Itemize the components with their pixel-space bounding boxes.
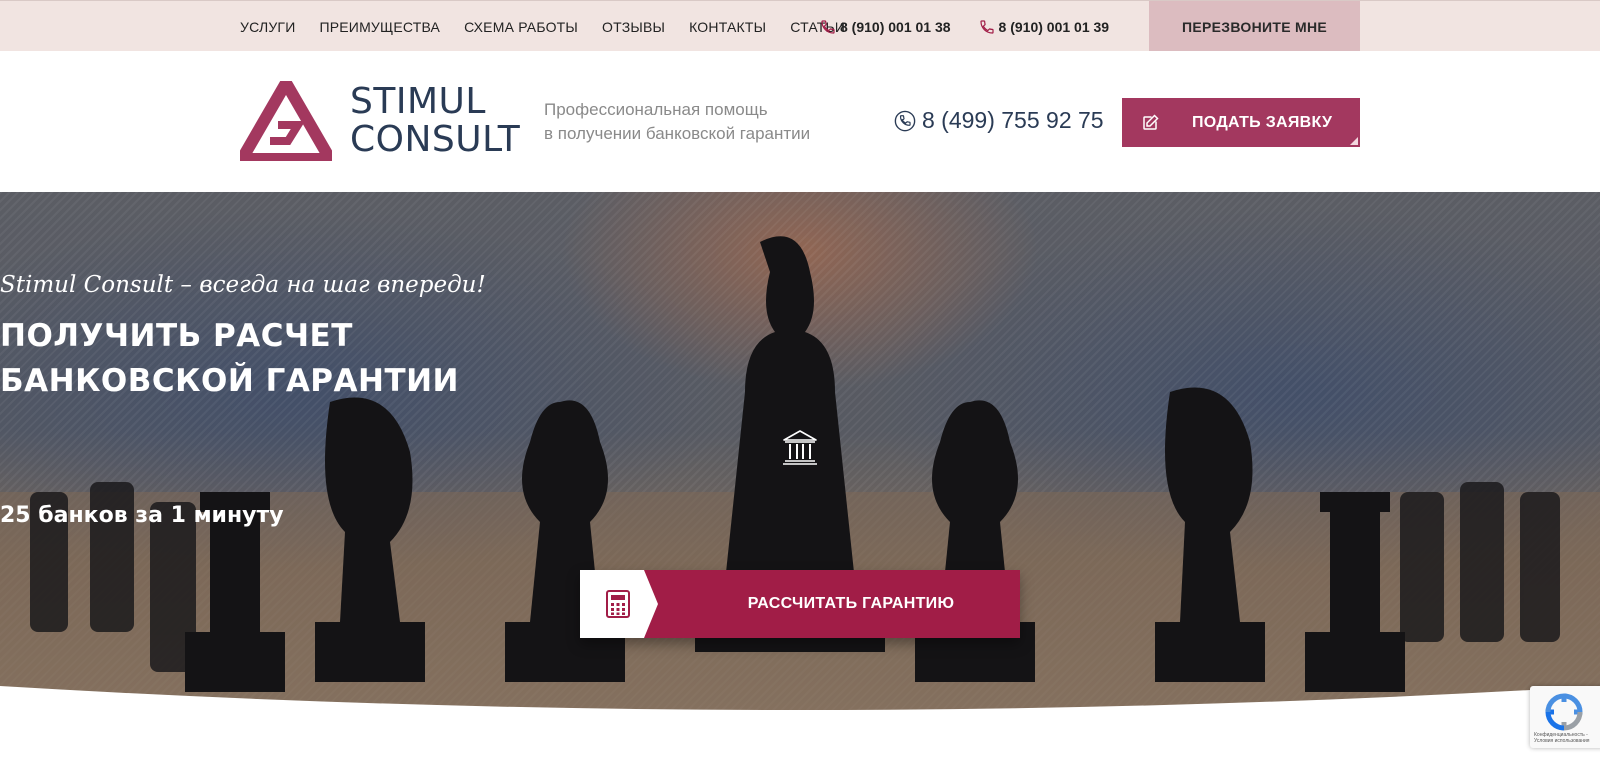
tagline-line-2: в получении банковской гарантии bbox=[544, 124, 811, 143]
top-phone-1-number: 8 (910) 001 01 38 bbox=[840, 18, 951, 35]
phone-icon bbox=[979, 19, 994, 34]
logo-text: STIMUL CONSULT bbox=[350, 84, 520, 158]
tagline: Профессиональная помощь в получении банк… bbox=[544, 98, 810, 146]
recaptcha-badge[interactable]: Конфиденциальность - Условия использован… bbox=[1530, 686, 1600, 748]
phone-icon bbox=[821, 19, 835, 34]
top-nav: УСЛУГИ ПРЕИМУЩЕСТВА СХЕМА РАБОТЫ ОТЗЫВЫ … bbox=[240, 1, 869, 52]
top-bar: УСЛУГИ ПРЕИМУЩЕСТВА СХЕМА РАБОТЫ ОТЗЫВЫ … bbox=[0, 0, 1600, 52]
hero-title-line-1: ПОЛУЧИТЬ РАСЧЕТ bbox=[0, 318, 353, 354]
hero-slogan: Stimul Consult – всегда на шаг впереди! bbox=[0, 272, 486, 298]
nav-link-contacts[interactable]: КОНТАКТЫ bbox=[689, 19, 766, 35]
recaptcha-icon bbox=[1545, 693, 1583, 731]
logo-mark-icon bbox=[240, 81, 332, 161]
apply-icon-wrap bbox=[1122, 98, 1178, 147]
apply-button[interactable]: ПОДАТЬ ЗАЯВКУ bbox=[1122, 98, 1360, 147]
bank-icon bbox=[783, 430, 817, 465]
tagline-line-1: Профессиональная помощь bbox=[544, 100, 768, 119]
logo[interactable]: STIMUL CONSULT bbox=[240, 81, 530, 161]
hero-bottom-curve bbox=[0, 686, 1600, 724]
apply-button-corner bbox=[1350, 137, 1358, 145]
hero-banks-line: 25 банков за 1 минуту bbox=[0, 503, 284, 528]
nav-link-workflow[interactable]: СХЕМА РАБОТЫ bbox=[464, 19, 578, 35]
nav-link-advantages[interactable]: ПРЕИМУЩЕСТВА bbox=[319, 19, 440, 35]
top-phones: 8 (910) 001 01 38 8 (910) 001 01 39 bbox=[820, 1, 1137, 52]
header-phone[interactable]: 8 (499) 755 92 75 bbox=[894, 107, 1104, 134]
hero-title-line-2: БАНКОВСКОЙ ГАРАНТИИ bbox=[0, 363, 459, 399]
calc-arrow bbox=[644, 570, 658, 638]
hero-title: ПОЛУЧИТЬ РАСЧЕТ БАНКОВСКОЙ ГАРАНТИИ bbox=[0, 314, 1600, 404]
site-header: STIMUL CONSULT Профессиональная помощь в… bbox=[0, 51, 1600, 192]
hero-section: Stimul Consult – всегда на шаг впереди! … bbox=[0, 192, 1600, 724]
calculator-icon bbox=[606, 590, 630, 618]
calculate-guarantee-label: РАССЧИТАТЬ ГАРАНТИЮ bbox=[662, 570, 1020, 638]
logo-line-2: CONSULT bbox=[350, 119, 521, 160]
logo-line-1: STIMUL bbox=[350, 81, 486, 122]
top-phone-2[interactable]: 8 (910) 001 01 39 bbox=[979, 18, 1110, 35]
top-phone-1[interactable]: 8 (910) 001 01 38 bbox=[820, 19, 951, 35]
calculate-guarantee-button[interactable]: РАССЧИТАТЬ ГАРАНТИЮ bbox=[580, 570, 1020, 638]
recaptcha-text: Конфиденциальность - Условия использован… bbox=[1534, 732, 1590, 744]
phone-icon bbox=[894, 110, 916, 131]
top-phone-2-number: 8 (910) 001 01 39 bbox=[998, 18, 1110, 35]
edit-icon bbox=[1143, 113, 1159, 130]
header-phone-number: 8 (499) 755 92 75 bbox=[922, 107, 1104, 133]
callback-button[interactable]: ПЕРЕЗВОНИТЕ МНЕ bbox=[1149, 1, 1360, 52]
nav-link-reviews[interactable]: ОТЗЫВЫ bbox=[602, 19, 665, 35]
nav-link-services[interactable]: УСЛУГИ bbox=[240, 19, 295, 35]
apply-button-label: ПОДАТЬ ЗАЯВКУ bbox=[1192, 113, 1333, 131]
